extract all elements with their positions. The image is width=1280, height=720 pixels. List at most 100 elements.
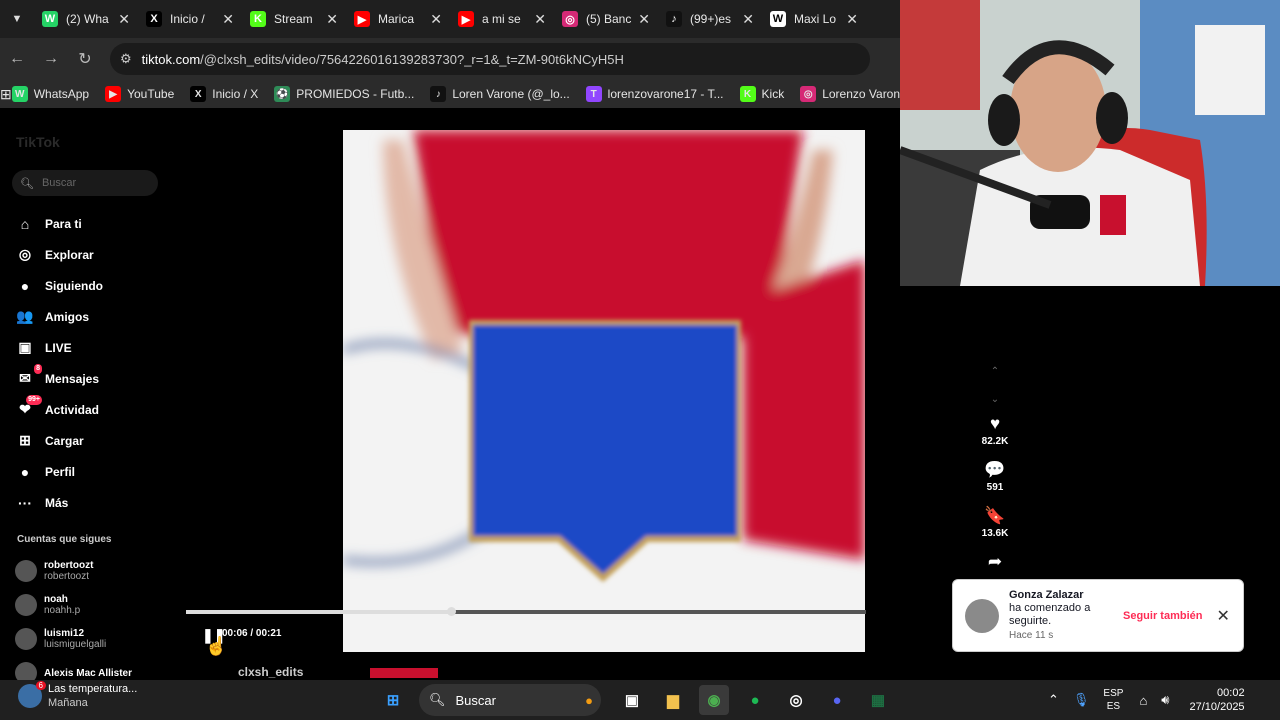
tab-close-icon[interactable]: ✕ <box>846 11 858 28</box>
nav-item-amigos[interactable]: 👥 Amigos <box>14 301 103 332</box>
tab-close-icon[interactable]: ✕ <box>742 11 754 28</box>
bookmark-item[interactable]: Tlorenzovarone17 - T... <box>585 86 724 102</box>
follow-notification: Gonza Zalazar ha comenzado a seguirte. H… <box>952 579 1244 652</box>
weather-widget[interactable]: 6 Las temperatura... Mañana <box>18 681 137 710</box>
bookmark-item[interactable]: X Inicio / X <box>190 86 258 102</box>
follow-chip[interactable] <box>370 668 438 678</box>
nav-item-perfil[interactable]: ● Perfil <box>14 456 103 487</box>
bookmark-item[interactable]: ⚽ PROMIEDOS - Futb... <box>274 86 414 102</box>
x-icon: X <box>146 11 162 27</box>
tiktok-logo[interactable]: TikTok <box>16 134 60 150</box>
site-settings-icon[interactable]: ⚙ <box>120 51 132 67</box>
tab-close-icon[interactable]: ✕ <box>638 11 650 28</box>
share-icon[interactable]: ➦ <box>975 550 1015 574</box>
action-bookmark[interactable]: 🔖 13.6K <box>975 504 1015 550</box>
chevron-up-icon[interactable]: ⌃ <box>988 358 1002 386</box>
volume-icon[interactable]: 🔊︎ <box>1161 692 1169 708</box>
avatar[interactable] <box>965 598 999 633</box>
search-highlight-icon: ● <box>585 692 593 708</box>
activity-icon: ❤ 99+ <box>14 394 42 421</box>
action-comment[interactable]: 💬 591 <box>975 458 1015 504</box>
microphone-icon[interactable]: 🎙︎ <box>1073 692 1090 708</box>
following-name: Alexis Mac Allister <box>44 667 133 679</box>
browser-tab[interactable]: ▶ a mi se ✕ <box>450 4 554 34</box>
tab-close-icon[interactable]: ✕ <box>534 11 546 28</box>
apps-grid-icon[interactable]: ⊞ <box>0 86 12 103</box>
file-explorer-icon[interactable]: ▆ <box>658 685 688 715</box>
nav-item-actividad[interactable]: ❤ 99+ Actividad <box>14 394 103 425</box>
avatar <box>15 594 37 616</box>
nav-item-live[interactable]: ▣ LIVE <box>14 332 103 363</box>
network-icon[interactable]: ⌂ <box>1139 693 1147 708</box>
video-progress-bar[interactable] <box>186 607 866 616</box>
lang-secondary: ES <box>1106 701 1121 712</box>
back-arrow-icon[interactable]: ← <box>0 50 34 68</box>
tab-close-icon[interactable]: ✕ <box>222 11 234 28</box>
forward-arrow-icon[interactable]: → <box>34 50 68 68</box>
browser-tab[interactable]: W Maxi Lo ✕ <box>762 4 866 34</box>
excel-icon[interactable]: ▦ <box>863 685 893 715</box>
following-handle: robertoozt <box>44 571 90 582</box>
heart-icon[interactable]: ♥ <box>975 412 1015 436</box>
windows-start-icon[interactable]: ⊞ <box>378 685 408 715</box>
url-host: tiktok.com <box>141 51 201 67</box>
browser-tab[interactable]: ▶ Marica ✕ <box>346 4 450 34</box>
bookmark-item[interactable]: K Kick <box>739 86 784 102</box>
nav-icon-glyph: ⊞ <box>19 432 31 448</box>
obs-icon[interactable]: ◎ <box>781 685 811 715</box>
bookmark-item[interactable]: ♪ Loren Varone (@_lo... <box>430 86 570 102</box>
nav-icon-glyph: ··· <box>18 494 32 511</box>
taskbar-search[interactable]: 🔍︎ Buscar ● <box>419 684 601 716</box>
address-bar[interactable]: ⚙ tiktok.com /@clxsh_edits/video/7564226… <box>110 43 870 75</box>
browser-tab[interactable]: ♪ (99+)es ✕ <box>658 4 762 34</box>
bookmark-label: Loren Varone (@_lo... <box>452 87 570 101</box>
instagram-icon: ◎ <box>800 86 817 102</box>
close-icon[interactable]: ✕ <box>1216 606 1229 626</box>
discord-icon[interactable]: ● <box>822 685 852 715</box>
system-clock[interactable]: 00:02 27/10/2025 <box>1190 686 1245 714</box>
nav-item-más[interactable]: ··· Más <box>14 487 103 518</box>
browser-tab[interactable]: ◎ (5) Banc ✕ <box>554 4 658 34</box>
bookmark-icon[interactable]: 🔖 <box>975 504 1015 528</box>
bookmark-item[interactable]: ▶ YouTube <box>105 86 174 102</box>
browser-tab[interactable]: K Stream ✕ <box>242 4 346 34</box>
promiedos-icon: ⚽ <box>274 86 291 102</box>
following-item[interactable]: noah noahh.p <box>15 588 132 622</box>
video-author[interactable]: clxsh_edits <box>238 665 303 679</box>
nav-item-explorar[interactable]: ◎ Explorar <box>14 239 103 270</box>
nav-item-mensajes[interactable]: ✉ 8 Mensajes <box>14 363 103 394</box>
language-indicator[interactable]: ESP ES <box>1103 687 1123 713</box>
action-heart[interactable]: ♥ 82.2K <box>975 412 1015 458</box>
spotify-icon[interactable]: ● <box>740 685 770 715</box>
notification-badge: 8 <box>34 363 42 374</box>
video-player[interactable] <box>343 130 865 652</box>
comment-icon[interactable]: 💬 <box>975 458 1015 482</box>
following-item[interactable]: robertoozt robertoozt <box>15 554 132 588</box>
weather-sub: Mañana <box>48 697 88 709</box>
chevron-up-icon[interactable]: ⌃ <box>1048 692 1059 708</box>
browser-tab[interactable]: W (2) Wha ✕ <box>34 4 138 34</box>
following-item[interactable]: luismi12 luismiguelgalli <box>15 622 132 656</box>
follow-back-button[interactable]: Seguir también <box>1123 610 1202 622</box>
nav-item-cargar[interactable]: ⊞ Cargar <box>14 425 103 456</box>
bookmark-item[interactable]: W WhatsApp <box>11 86 89 102</box>
chevron-down-icon[interactable]: ⌄ <box>988 386 1002 414</box>
avatar <box>15 560 37 582</box>
search-input[interactable]: 🔍︎ Buscar <box>12 170 158 196</box>
notification-name[interactable]: Gonza Zalazar <box>1009 589 1109 602</box>
chrome-icon[interactable]: ◉ <box>699 685 729 715</box>
nav-icon-glyph: ◎ <box>18 246 32 262</box>
bookmark-label: lorenzovarone17 - T... <box>607 87 724 101</box>
task-view-icon[interactable]: ▣ <box>617 685 647 715</box>
tab-close-icon[interactable]: ✕ <box>326 11 338 28</box>
tab-search-chevron-icon[interactable]: ▼ <box>0 0 34 38</box>
tab-close-icon[interactable]: ✕ <box>118 11 130 28</box>
nav-label: Amigos <box>45 309 90 324</box>
tab-close-icon[interactable]: ✕ <box>430 11 442 28</box>
url-path: /@clxsh_edits/video/7564226016139283730?… <box>200 51 624 67</box>
nav-item-siguiendo[interactable]: ● Siguiendo <box>14 270 103 301</box>
nav-item-para-ti[interactable]: ⌂ Para ti <box>14 208 103 239</box>
browser-tab[interactable]: X Inicio / ✕ <box>138 4 242 34</box>
wikipedia-icon: W <box>770 11 786 27</box>
reload-icon[interactable]: ↻ <box>68 49 102 69</box>
